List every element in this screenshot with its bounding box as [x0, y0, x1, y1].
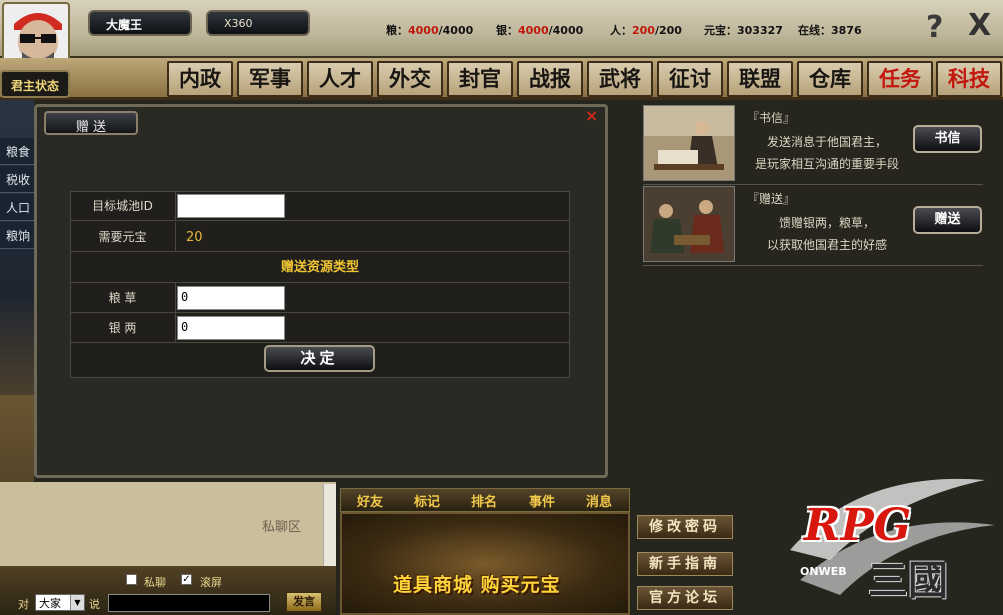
divider — [643, 265, 983, 266]
grain-label: 粮 草 — [70, 283, 176, 313]
generals-meeting-icon — [644, 187, 734, 261]
nav-generals[interactable]: 武将 — [587, 61, 653, 97]
scholar-writing-icon — [644, 106, 734, 180]
nav-campaign[interactable]: 征讨 — [657, 61, 723, 97]
tab-marks[interactable]: 标记 — [414, 491, 440, 510]
letter-desc-line2: 是玩家相互沟通的重要手段 — [754, 157, 899, 171]
tab-ranking[interactable]: 排名 — [471, 491, 497, 510]
target-city-input[interactable] — [177, 194, 285, 218]
chat-to-label: 对 — [18, 598, 29, 611]
grain-amount-input[interactable]: 0 — [177, 286, 285, 310]
confirm-button[interactable]: 决定 — [264, 345, 375, 372]
letter-title: 『书信』 — [747, 111, 796, 125]
population-resource: 人：200/200 — [610, 24, 682, 37]
chat-say-label: 说 — [89, 598, 100, 611]
left-label-population: 人口 — [0, 194, 34, 221]
nav-battle-report[interactable]: 战报 — [517, 61, 583, 97]
close-window-button[interactable]: X — [968, 8, 991, 43]
yuanbao-balance: 元宝：303327 — [704, 24, 783, 37]
divider — [643, 184, 983, 185]
scroll-checkbox[interactable]: ✓ — [181, 574, 192, 585]
private-chat-checkbox[interactable] — [126, 574, 137, 585]
private-chat-label: 私聊 — [144, 576, 166, 589]
official-forum-button[interactable]: 官方论坛 — [637, 586, 733, 610]
game-logo-onweb: ONWEB — [800, 565, 847, 578]
help-button[interactable]: ? — [926, 10, 943, 45]
tab-messages[interactable]: 消息 — [586, 491, 612, 510]
nav-diplomacy[interactable]: 外交 — [377, 61, 443, 97]
grain-resource: 粮：4000/4000 — [386, 24, 474, 37]
dialog-tab-gift[interactable]: 赠 送 — [44, 111, 138, 135]
game-window: { "header": { "player_name": "大魔王", "coo… — [0, 0, 1003, 615]
game-logo-rpg: RPG — [804, 500, 912, 551]
shop-banner-text: 道具商城 购买元宝 — [393, 574, 561, 596]
private-chat-zone-label: 私聊区 — [262, 520, 302, 535]
left-label-tax: 税收 — [0, 166, 34, 193]
nav-quest[interactable]: 任务 — [867, 61, 933, 97]
gift-image — [643, 186, 735, 262]
gift-button[interactable]: 赠送 — [913, 206, 982, 234]
nav-alliance[interactable]: 联盟 — [727, 61, 793, 97]
target-city-label: 目标城池ID — [70, 191, 176, 221]
scroll-label: 滚屏 — [200, 576, 222, 589]
chat-scrollbar[interactable] — [323, 484, 336, 566]
letter-button[interactable]: 书信 — [913, 125, 982, 153]
king-status-button[interactable]: 君主状态 — [0, 70, 70, 98]
tab-friends[interactable]: 好友 — [357, 491, 383, 510]
nav-military[interactable]: 军事 — [237, 61, 303, 97]
tab-events[interactable]: 事件 — [529, 491, 555, 510]
chat-input[interactable] — [108, 594, 270, 612]
cost-label: 需要元宝 — [70, 222, 176, 252]
dialog-close-icon[interactable]: × — [585, 106, 598, 125]
avatar-portrait-icon — [4, 4, 68, 64]
nav-appoint[interactable]: 封官 — [447, 61, 513, 97]
nav-talent[interactable]: 人才 — [307, 61, 373, 97]
left-label-pay: 粮饷 — [0, 222, 34, 249]
send-button[interactable]: 发言 — [286, 592, 322, 612]
gift-desc-line2: 以获取他国君主的好感 — [766, 238, 887, 252]
player-name: 大魔王 — [88, 10, 192, 36]
silver-amount-input[interactable]: 0 — [177, 316, 285, 340]
letter-desc-line1: 发送消息于他国君主， — [766, 135, 887, 149]
shop-banner[interactable] — [340, 512, 630, 615]
newbie-guide-button[interactable]: 新手指南 — [637, 552, 733, 576]
silver-label: 银 两 — [70, 313, 176, 343]
chevron-down-icon[interactable]: ▼ — [70, 595, 84, 610]
nav-interior[interactable]: 内政 — [167, 61, 233, 97]
avatar[interactable] — [2, 2, 70, 66]
gift-desc-line1: 馈赠银两，粮草， — [778, 216, 875, 230]
game-logo-sanguo: 三國 — [868, 557, 948, 604]
cost-value: 20 — [186, 230, 203, 245]
change-password-button[interactable]: 修改密码 — [637, 515, 733, 539]
letter-image — [643, 105, 735, 181]
silver-resource: 银：4000/4000 — [496, 24, 584, 37]
nav-technology[interactable]: 科技 — [936, 61, 1002, 97]
resource-type-heading: 赠送资源类型 — [70, 253, 570, 283]
online-count: 在线：3876 — [798, 24, 862, 37]
player-coordinate: X360 — [206, 10, 310, 36]
left-label-grain: 粮食 — [0, 138, 34, 165]
gift-title: 『赠送』 — [747, 192, 796, 206]
nav-warehouse[interactable]: 仓库 — [797, 61, 863, 97]
